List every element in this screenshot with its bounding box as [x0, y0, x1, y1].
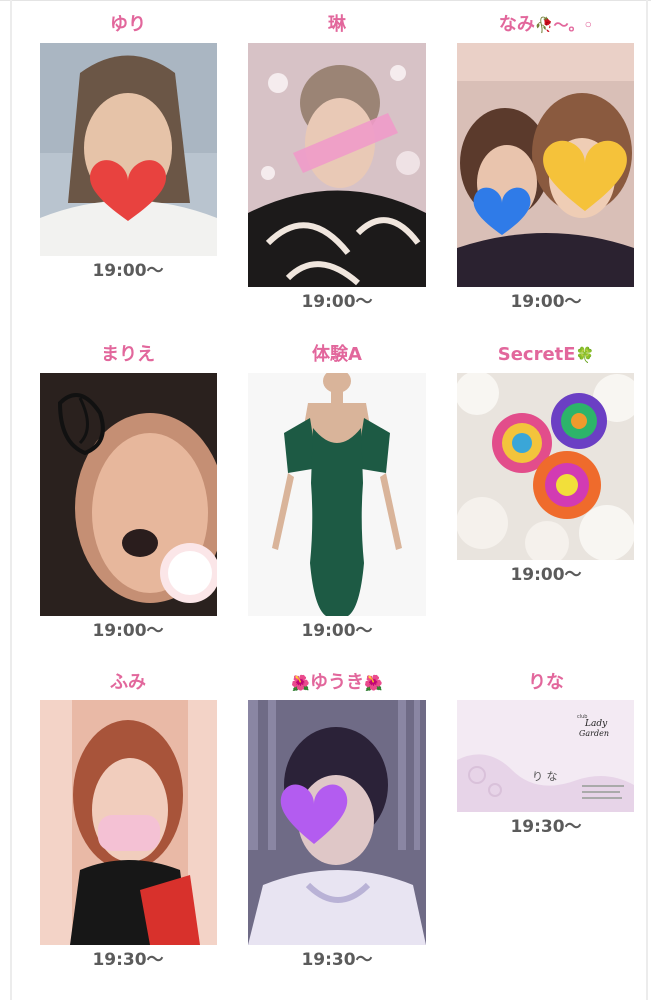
- selfie-photo-purple-heart[interactable]: [248, 700, 426, 945]
- top-border: [0, 0, 651, 1]
- start-time: 19:00〜: [510, 292, 582, 312]
- green-dress-photo[interactable]: [248, 373, 426, 616]
- cast-name[interactable]: 🌺ゆうき🌺: [248, 672, 426, 694]
- hibiscus-decoration-icon: 🌺: [291, 674, 310, 692]
- start-time: 19:30〜: [301, 950, 373, 970]
- start-time: 19:00〜: [301, 292, 373, 312]
- right-border: [646, 0, 648, 1000]
- rainbow-roses-photo[interactable]: [457, 373, 634, 560]
- card-brand-line2: Garden: [579, 729, 609, 738]
- selfie-photo-mask[interactable]: [40, 700, 217, 945]
- selfie-photo-kimono[interactable]: [248, 43, 426, 287]
- start-time: 19:00〜: [92, 261, 164, 281]
- business-card-photo[interactable]: club Lady Garden り な: [457, 700, 634, 812]
- start-time: 19:00〜: [510, 565, 582, 585]
- clover-decoration-icon: 🍀: [575, 346, 595, 364]
- start-time: 19:00〜: [301, 621, 373, 641]
- card-person-name: り な: [532, 770, 558, 783]
- cast-name[interactable]: 体験A: [248, 344, 426, 366]
- hibiscus-decoration-icon: 🌺: [364, 674, 383, 692]
- cast-name[interactable]: なみ🥀〜。◦: [457, 14, 635, 36]
- start-time: 19:30〜: [510, 817, 582, 837]
- selfie-photo-two-girls[interactable]: [457, 43, 634, 287]
- cast-name[interactable]: SecretE🍀: [457, 344, 635, 366]
- cast-name[interactable]: 琳: [248, 14, 426, 36]
- selfie-photo-filter[interactable]: [40, 373, 217, 616]
- cast-name[interactable]: ゆり: [39, 14, 217, 36]
- rose-decoration-icon: 🥀〜。◦: [534, 16, 594, 34]
- card-brand-line1: Lady: [584, 719, 608, 729]
- cast-name[interactable]: ふみ: [39, 672, 217, 694]
- cast-name[interactable]: まりえ: [39, 344, 217, 366]
- selfie-photo-heart-sticker[interactable]: [40, 43, 217, 256]
- cast-name[interactable]: りな: [457, 672, 635, 694]
- left-border: [10, 0, 12, 1000]
- start-time: 19:00〜: [92, 621, 164, 641]
- start-time: 19:30〜: [92, 950, 164, 970]
